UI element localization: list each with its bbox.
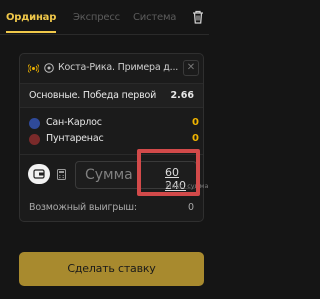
bet-slip-tabs: Ординар Экспресс Система (0, 0, 209, 35)
team-logo (29, 118, 40, 129)
remove-bet-button[interactable]: ✕ (183, 60, 199, 76)
live-broadcast-icon (28, 64, 39, 73)
wallet-icon (33, 169, 45, 179)
tab-single[interactable]: Ординар (6, 12, 56, 33)
potential-win-label: Возможный выигрыш: (29, 202, 137, 213)
highlight-box (137, 149, 200, 196)
team-logo (29, 134, 40, 145)
event-title: Коста-Рика. Примера д... (58, 62, 179, 73)
soccer-ball-icon (44, 63, 54, 73)
market-name: Основные. Победа первой (29, 90, 157, 101)
potential-win-value: 0 (187, 202, 194, 213)
team-score: 0 (192, 117, 199, 128)
tab-express[interactable]: Экспресс (73, 12, 120, 23)
calculator-icon[interactable] (57, 169, 66, 180)
tab-system[interactable]: Система (133, 12, 176, 23)
bet-card: Коста-Рика. Примера д... ✕ Основные. Поб… (19, 53, 208, 222)
team-row: Пунтаренас 0 (29, 133, 199, 147)
event-header: Коста-Рика. Примера д... ✕ (20, 54, 203, 83)
team-row: Сан-Карлос 0 (29, 117, 199, 131)
market-row: Основные. Победа первой 2.66 (20, 83, 203, 108)
wallet-toggle[interactable] (28, 164, 50, 184)
team-name: Пунтаренас (46, 133, 104, 144)
place-bet-button[interactable]: Сделать ставку (19, 252, 204, 286)
odds-value: 2.66 (170, 90, 194, 101)
stake-placeholder: Сумма (85, 167, 133, 183)
team-score: 0 (192, 133, 199, 144)
team-name: Сан-Карлос (46, 117, 102, 128)
trash-icon[interactable] (192, 10, 204, 24)
